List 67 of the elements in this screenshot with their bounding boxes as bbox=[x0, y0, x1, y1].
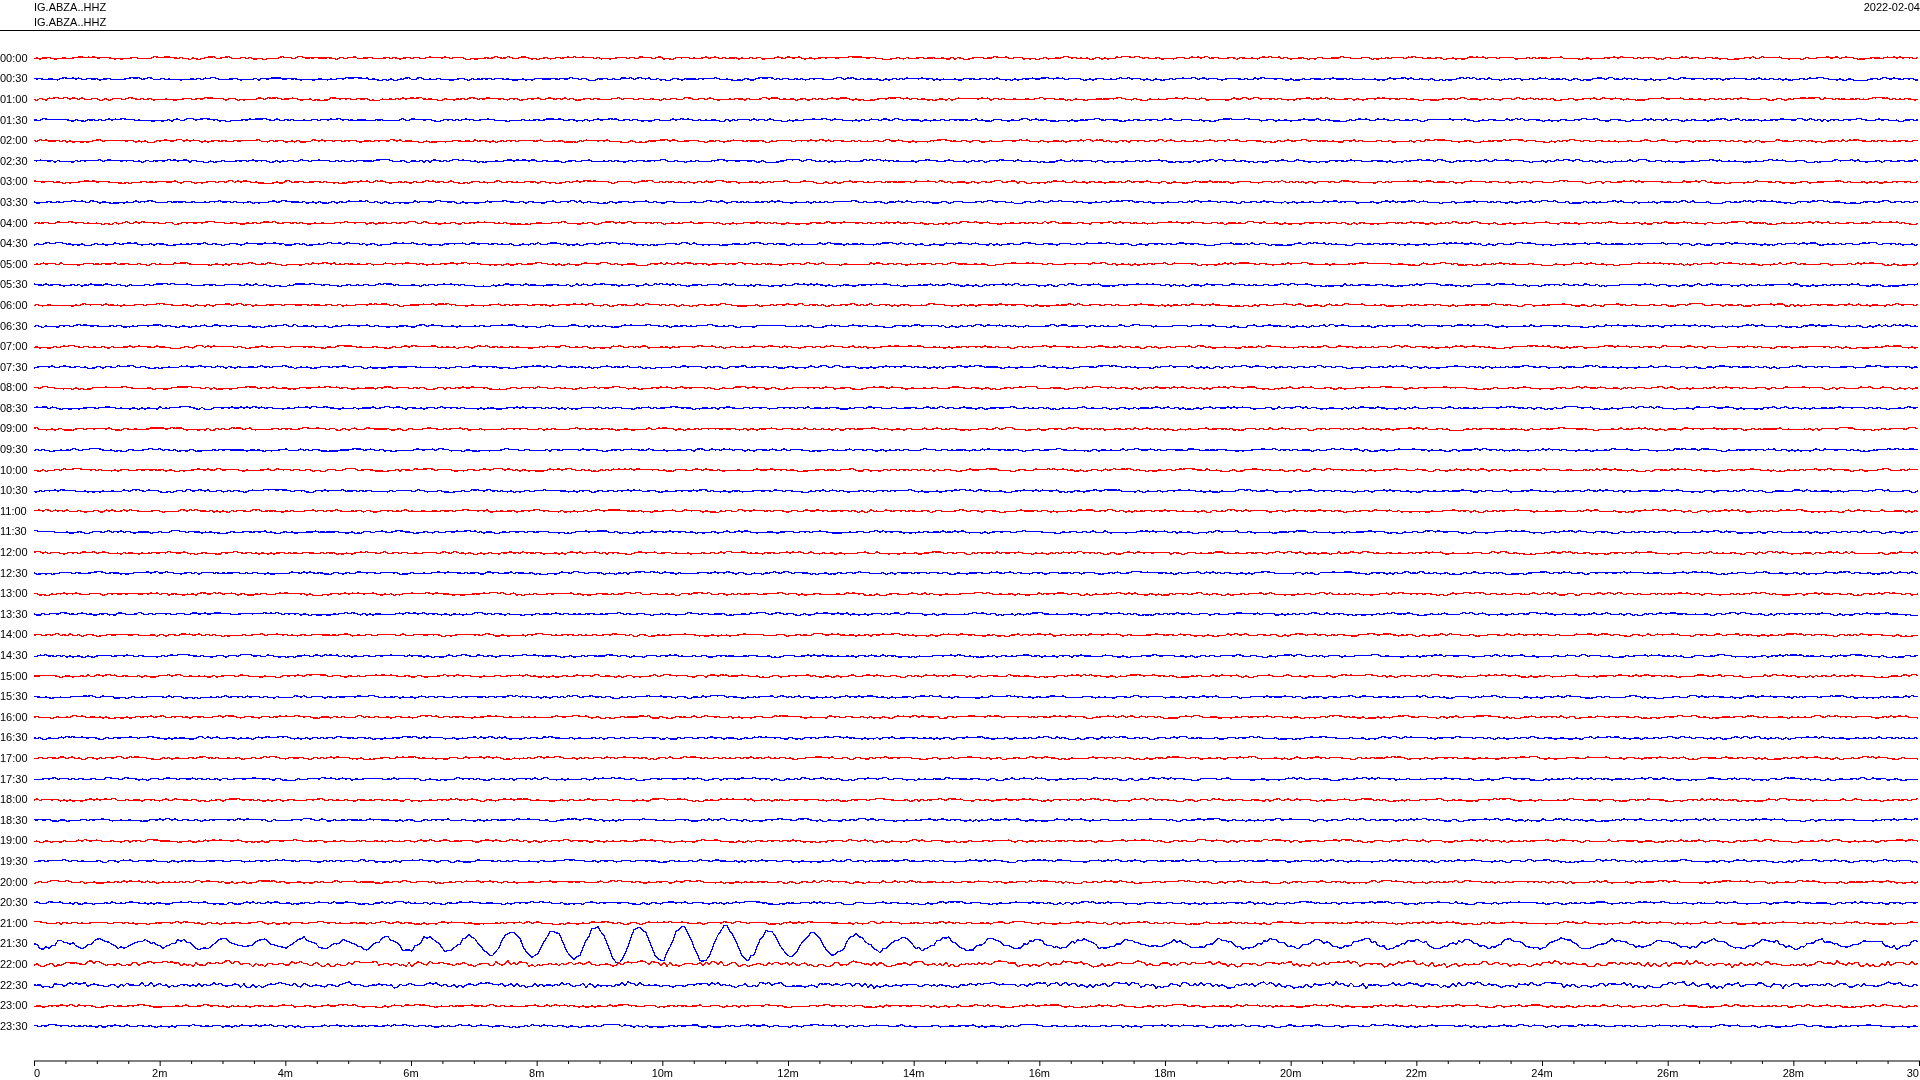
time-label: 07:00 bbox=[0, 340, 29, 354]
time-label: 15:30 bbox=[0, 690, 29, 704]
time-label: 05:30 bbox=[0, 278, 29, 292]
time-label: 06:30 bbox=[0, 319, 29, 333]
time-label: 21:30 bbox=[0, 937, 29, 951]
axis-tick-label: 4m bbox=[277, 1066, 293, 1079]
time-label: 04:00 bbox=[0, 216, 29, 230]
station-label: IG.ABZA..HHZ bbox=[34, 0, 107, 15]
axis-tick-label: 22m bbox=[1405, 1066, 1428, 1079]
time-label: 16:30 bbox=[0, 731, 29, 745]
time-label: 10:30 bbox=[0, 484, 29, 498]
time-label: 20:30 bbox=[0, 896, 29, 910]
time-label: 17:30 bbox=[0, 772, 29, 786]
time-label: 02:30 bbox=[0, 154, 29, 168]
time-label: 19:30 bbox=[0, 854, 29, 868]
time-label: 16:00 bbox=[0, 710, 29, 724]
time-label: 20:00 bbox=[0, 875, 29, 889]
time-label: 04:30 bbox=[0, 237, 29, 251]
time-label: 03:00 bbox=[0, 175, 29, 189]
axis-tick-label: 6m bbox=[403, 1066, 419, 1079]
time-label: 13:00 bbox=[0, 587, 29, 601]
time-label: 00:00 bbox=[0, 51, 29, 65]
date-label: 2022-02-04 bbox=[1863, 0, 1920, 15]
axis-tick-label: 20m bbox=[1279, 1066, 1302, 1079]
time-label: 08:30 bbox=[0, 401, 29, 415]
time-label: 02:00 bbox=[0, 134, 29, 148]
time-label: 12:00 bbox=[0, 546, 29, 560]
time-label: 15:00 bbox=[0, 669, 29, 683]
time-label: 14:30 bbox=[0, 649, 29, 662]
axis-tick-label: 0 bbox=[34, 1066, 41, 1079]
time-label: 07:30 bbox=[0, 360, 29, 374]
axis-tick-label: 18m bbox=[1154, 1066, 1176, 1079]
axis-tick-label: 30 bbox=[1906, 1066, 1919, 1079]
time-label: 01:30 bbox=[0, 113, 29, 127]
time-label: 03:30 bbox=[0, 195, 29, 209]
axis-tick-label: 14m bbox=[902, 1066, 925, 1079]
time-label: 14:00 bbox=[0, 628, 29, 642]
axis-tick-label: 10m bbox=[651, 1066, 674, 1079]
time-label: 08:00 bbox=[0, 381, 29, 395]
axis-tick-label: 12m bbox=[777, 1066, 799, 1079]
axis-tick-label: 28m bbox=[1782, 1066, 1805, 1079]
time-label: 19:00 bbox=[0, 834, 29, 848]
time-label: 13:30 bbox=[0, 607, 29, 621]
time-label: 06:00 bbox=[0, 298, 29, 312]
time-label: 05:00 bbox=[0, 257, 29, 271]
axis-tick-label: 2m bbox=[152, 1066, 168, 1079]
time-label: 09:30 bbox=[0, 443, 29, 457]
time-label: 10:00 bbox=[0, 463, 29, 477]
time-label: 21:00 bbox=[0, 916, 29, 930]
axis-tick-label: 24m bbox=[1531, 1066, 1553, 1079]
time-label: 18:30 bbox=[0, 813, 29, 827]
axis-tick-label: 16m bbox=[1028, 1066, 1051, 1079]
station-label: IG.ABZA..HHZ bbox=[34, 15, 107, 30]
time-label: 00:30 bbox=[0, 72, 29, 86]
time-label: 11:00 bbox=[0, 504, 28, 518]
time-label: 17:00 bbox=[0, 752, 29, 765]
time-label: 01:00 bbox=[0, 93, 29, 106]
axis-tick-label: 26m bbox=[1656, 1066, 1679, 1079]
time-label: 23:30 bbox=[0, 1019, 29, 1033]
time-label: 22:30 bbox=[0, 978, 29, 992]
axis-tick-label: 8m bbox=[529, 1066, 545, 1079]
time-label: 18:00 bbox=[0, 793, 29, 807]
time-label: 12:30 bbox=[0, 566, 29, 580]
time-label: 11:30 bbox=[0, 525, 28, 539]
time-label: 09:00 bbox=[0, 422, 29, 436]
time-label: 23:00 bbox=[0, 999, 29, 1013]
time-label: 22:00 bbox=[0, 957, 29, 971]
